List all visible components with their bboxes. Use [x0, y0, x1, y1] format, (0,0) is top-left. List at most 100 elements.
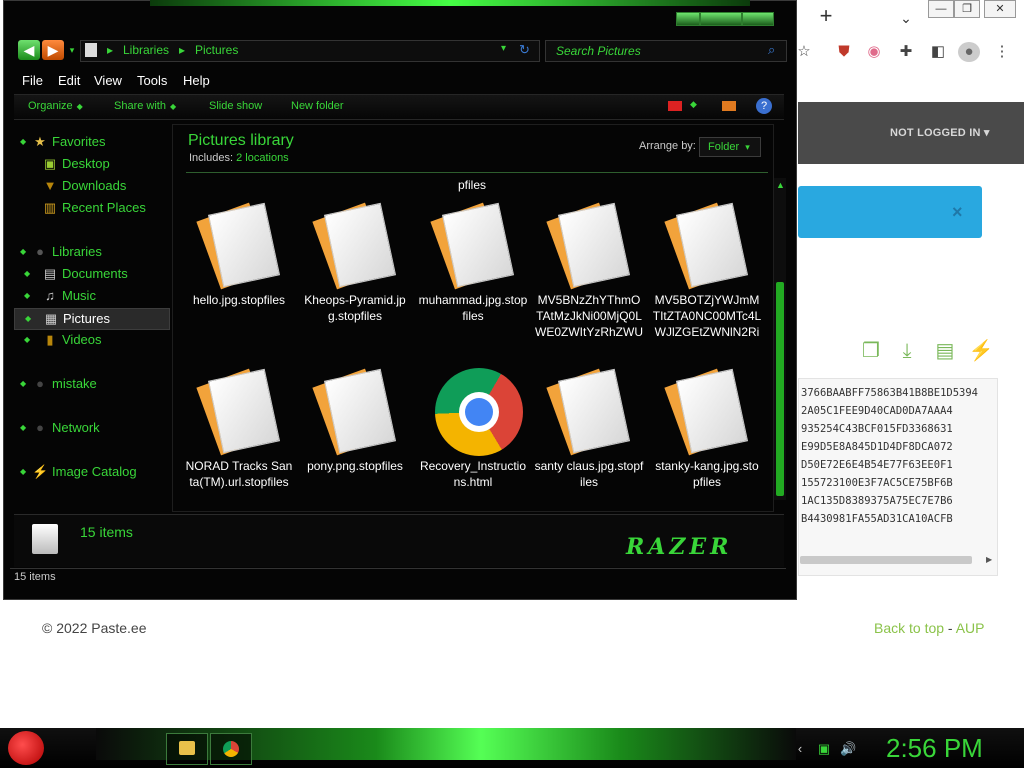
code-horizontal-scrollbar[interactable] [800, 556, 972, 564]
tab-search-button[interactable]: ⌄ [894, 6, 918, 28]
menu-view[interactable]: View [94, 73, 122, 88]
menu-file[interactable]: File [22, 73, 43, 88]
recent-pages-chevron-icon[interactable]: ▾ [66, 40, 78, 60]
file-item[interactable]: santy claus.jpg.stopfiles [534, 368, 644, 490]
nav-recent-places[interactable]: ▥ Recent Places [14, 198, 168, 218]
arrange-by-dropdown[interactable]: Folder ▾ [699, 137, 761, 157]
user-menu-dropdown[interactable]: NOT LOGGED IN ▾ [890, 126, 990, 139]
nav-network[interactable]: ◆ ● Network [14, 418, 168, 438]
nav-label: Libraries [52, 244, 102, 259]
download-icon[interactable]: ⤓ [894, 338, 920, 364]
tray-volume-icon[interactable]: 🔊 [840, 741, 856, 757]
file-item[interactable]: pony.png.stopfiles [300, 368, 410, 474]
arrange-by-label: Arrange by: [639, 140, 696, 152]
nav-label: Pictures [63, 311, 110, 326]
tray-clock[interactable]: 2:56 PM [886, 733, 983, 764]
kebab-menu-icon[interactable]: ⋮ [992, 42, 1012, 62]
status-bar [10, 568, 786, 589]
organize-button[interactable]: Organize ◆ [28, 100, 83, 112]
aup-link[interactable]: AUP [956, 620, 985, 636]
view-dropdown-icon[interactable]: ◆ [690, 99, 697, 110]
back-to-top-link[interactable]: Back to top [874, 620, 944, 636]
status-item-count: 15 items [14, 571, 56, 583]
pictures-icon: ▦ [44, 311, 58, 326]
scroll-right-arrow-icon[interactable]: ▶ [986, 555, 992, 564]
file-item[interactable]: Recovery_Instructions.html [418, 368, 528, 490]
file-item[interactable]: Kheops-Pyramid.jpg.stopfiles [300, 202, 410, 324]
side-panel-icon[interactable]: ◧ [928, 42, 948, 62]
nav-libraries[interactable]: ◆ ● Libraries [14, 242, 168, 262]
search-input[interactable]: Search Pictures ⌕ [545, 40, 787, 62]
maximize-button[interactable] [700, 12, 742, 26]
puzzle-extensions-icon[interactable]: ✚ [896, 42, 916, 62]
share-with-button[interactable]: Share with ◆ [114, 100, 176, 112]
nav-image-catalog[interactable]: ◆ ⚡ Image Catalog [14, 462, 168, 482]
slide-show-button[interactable]: Slide show [209, 100, 262, 112]
copy-icon[interactable]: ❐ [858, 338, 884, 364]
file-item[interactable]: hello.jpg.stopfiles [184, 202, 294, 308]
nav-favorites[interactable]: ◆ ★ Favorites [14, 132, 168, 152]
tray-network-icon[interactable]: ▣ [816, 741, 832, 757]
extension-icon[interactable]: ◉ [864, 42, 884, 62]
forward-arrow-icon[interactable]: ▶ [42, 40, 64, 60]
file-item[interactable]: muhammad.jpg.stopfiles [418, 202, 528, 324]
videos-icon: ▮ [46, 332, 54, 347]
file-item[interactable]: NORAD Tracks Santa(TM).url.stopfiles [184, 368, 294, 490]
document-icon [196, 368, 281, 458]
breadcrumb-pictures[interactable]: Pictures [195, 43, 238, 57]
scroll-up-arrow-icon[interactable]: ▲ [776, 180, 785, 190]
raw-document-icon[interactable]: ▤ [932, 338, 958, 364]
search-icon[interactable]: ⌕ [768, 42, 775, 58]
ublock-extension-icon[interactable]: ⛊ [834, 42, 854, 62]
alert-close-icon[interactable]: × [952, 202, 963, 223]
profile-avatar-icon[interactable]: ● [958, 42, 980, 62]
libraries-icon: ● [36, 244, 44, 259]
file-item[interactable]: MV5BNzZhYThmOTAtMzJkNi00MjQ0LWE0ZWItYzRh… [534, 202, 644, 340]
bookmark-star-icon[interactable]: ☆ [794, 42, 814, 62]
close-button[interactable]: ✕ [984, 0, 1016, 18]
menu-edit[interactable]: Edit [58, 73, 80, 88]
taskbar-chrome-button[interactable] [210, 733, 252, 765]
star-icon: ★ [34, 134, 46, 149]
nav-pictures[interactable]: ◆ ▦ Pictures [14, 308, 170, 330]
nav-music[interactable]: ◆ ♫ Music [14, 286, 168, 306]
footer-copyright: © 2022 Paste.ee [42, 620, 147, 636]
tray-show-hidden-icon[interactable]: ‹ [792, 741, 808, 757]
nav-label: Recent Places [62, 200, 146, 215]
minimize-button[interactable]: — [928, 0, 954, 18]
new-tab-button[interactable]: + [814, 4, 838, 28]
document-icon [312, 202, 397, 292]
nav-mistake[interactable]: ◆ ● mistake [14, 374, 168, 394]
address-dropdown-icon[interactable]: ▾ [501, 43, 506, 54]
new-folder-button[interactable]: New folder [291, 100, 344, 112]
includes-locations-link[interactable]: 2 locations [236, 152, 289, 164]
minimize-button[interactable] [676, 12, 700, 26]
back-arrow-icon[interactable]: ◀ [18, 40, 40, 60]
nav-downloads[interactable]: ▼ Downloads [14, 176, 168, 196]
help-icon[interactable]: ? [756, 98, 772, 114]
start-button-icon[interactable] [8, 731, 44, 765]
library-includes: Includes: 2 locations [189, 152, 289, 164]
file-name: pony.png.stopfiles [307, 459, 403, 473]
menu-help[interactable]: Help [183, 73, 210, 88]
taskbar-explorer-button[interactable] [166, 733, 208, 765]
menu-tools[interactable]: Tools [137, 73, 167, 88]
scrollbar-thumb[interactable] [776, 282, 784, 496]
close-button[interactable] [742, 12, 774, 26]
code-line: D50E72E6E4B54E77F63EE0F1 [801, 459, 953, 471]
file-name: MV5BNzZhYThmOTAtMzJkNi00MjQ0LWE0ZWItYzRh… [535, 293, 643, 339]
nav-videos[interactable]: ◆ ▮ Videos [14, 330, 168, 350]
file-item[interactable]: stanky-kang.jpg.stopfiles [652, 368, 762, 490]
nav-desktop[interactable]: ▣ Desktop [14, 154, 168, 174]
documents-icon: ▤ [43, 266, 57, 281]
code-line: 155723100E3F7AC5CE75BF6B [801, 477, 953, 489]
change-view-icon[interactable] [668, 101, 682, 111]
embed-plug-icon[interactable]: ⚡ [968, 338, 994, 364]
maximize-button[interactable]: ❐ [954, 0, 980, 18]
breadcrumb-libraries[interactable]: Libraries [123, 43, 169, 57]
refresh-icon[interactable]: ↻ [519, 42, 530, 58]
nav-documents[interactable]: ◆ ▤ Documents [14, 264, 168, 284]
address-bar[interactable]: ▸ Libraries ▸ Pictures ▾ ↻ [80, 40, 540, 62]
file-item[interactable]: MV5BOTZjYWJmMTItZTA0NC00MTc4LWJlZGEtZWNl… [652, 202, 762, 340]
preview-pane-icon[interactable] [722, 101, 736, 111]
